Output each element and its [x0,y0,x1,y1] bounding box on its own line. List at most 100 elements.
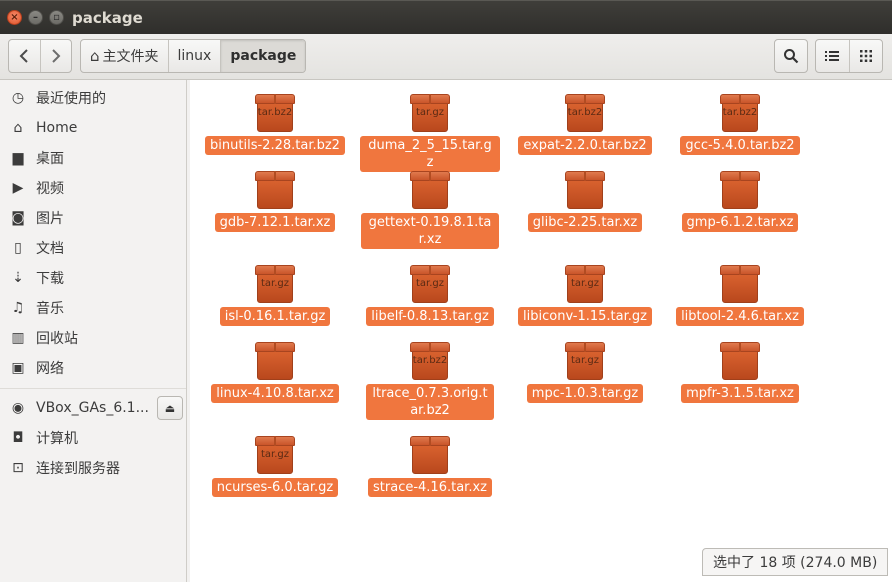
file-manager-window: × – ▫ package ⌂ 主文件夹 linux package ◷ 最近使… [0,0,892,582]
file-item[interactable]: tar.bz2 ltrace_0.7.3.orig.tar.bz2 [355,342,505,420]
sidebar-item-network[interactable]: ▣ 网络 [0,354,186,382]
sidebar-item-home[interactable]: ⌂ Home [0,114,186,142]
close-window-button[interactable]: × [7,10,22,25]
archive-icon [254,171,296,211]
sidebar-item-label: 网络 [36,361,64,377]
forward-button[interactable] [39,40,72,72]
file-item[interactable]: mpfr-3.1.5.tar.xz [665,342,815,403]
home-icon: ⌂ [90,47,100,65]
archive-icon [409,436,451,476]
sidebar-item-documents[interactable]: ▯ 文档 [0,234,186,262]
sidebar-item-trash[interactable]: ▥ 回收站 [0,324,186,352]
sidebar-item-label: 下载 [36,271,64,287]
sidebar-item-label: 文档 [36,241,64,257]
archive-icon: tar.gz [254,265,296,305]
back-button[interactable] [9,40,40,72]
file-item[interactable]: glibc-2.25.tar.xz [510,171,660,232]
camera-icon: ◙ [11,210,25,226]
list-view-button[interactable] [816,40,849,72]
archive-icon: tar.gz [564,342,606,382]
grid-view-button[interactable] [848,40,883,72]
eject-button[interactable]: ⏏ [157,396,183,420]
file-name: mpfr-3.1.5.tar.xz [681,384,799,403]
archive-icon [719,342,761,382]
file-name: expat-2.2.0.tar.bz2 [518,136,652,155]
file-name: libelf-0.8.13.tar.gz [366,307,494,326]
archive-icon: tar.gz [254,436,296,476]
search-button[interactable] [774,39,808,73]
archive-icon: tar.gz [564,265,606,305]
file-grid: tar.bz2 binutils-2.28.tar.bz2 tar.gz dum… [190,80,892,582]
sidebar-divider [0,388,186,389]
file-item[interactable]: linux-4.10.8.tar.xz [200,342,350,403]
sidebar-item-label: Home [36,120,78,136]
eject-icon: ⏏ [164,401,176,415]
file-name: gmp-6.1.2.tar.xz [681,213,799,232]
file-name: binutils-2.28.tar.bz2 [205,136,345,155]
file-item[interactable]: tar.gz duma_2_5_15.tar.gz [355,94,505,172]
breadcrumb-linux[interactable]: linux [169,40,222,72]
file-name: glibc-2.25.tar.xz [527,213,643,232]
file-item[interactable]: tar.gz libelf-0.8.13.tar.gz [355,265,505,326]
file-name: strace-4.16.tar.xz [368,478,492,497]
sidebar-item-downloads[interactable]: ⇣ 下载 [0,264,186,292]
sidebar-item-desktop[interactable]: ▆ 桌面 [0,144,186,172]
title-bar: × – ▫ package [0,0,892,34]
chevron-right-icon [52,49,61,63]
sidebar-item-recent[interactable]: ◷ 最近使用的 [0,84,186,112]
minimize-window-button[interactable]: – [28,10,43,25]
home-icon: ⌂ [13,120,23,136]
file-item[interactable]: gdb-7.12.1.tar.xz [200,171,350,232]
grid-view-icon [859,50,872,62]
file-item[interactable]: libtool-2.4.6.tar.xz [665,265,815,326]
sidebar-item-videos[interactable]: ▶ 视频 [0,174,186,202]
sidebar-item-label: VBox_GAs_6.1... [36,400,149,416]
file-item[interactable]: tar.gz isl-0.16.1.tar.gz [200,265,350,326]
file-item[interactable]: gmp-6.1.2.tar.xz [665,171,815,232]
chevron-left-icon [19,49,28,63]
sidebar-item-label: 桌面 [36,151,64,167]
file-item[interactable]: tar.gz ncurses-6.0.tar.gz [200,436,350,497]
breadcrumb: ⌂ 主文件夹 linux package [80,39,307,73]
archive-icon [564,171,606,211]
maximize-window-button[interactable]: ▫ [49,10,64,25]
file-name: ltrace_0.7.3.orig.tar.bz2 [366,384,494,420]
file-item[interactable]: gettext-0.19.8.1.tar.xz [355,171,505,249]
file-item[interactable]: tar.bz2 gcc-5.4.0.tar.bz2 [665,94,815,155]
sidebar-item-pictures[interactable]: ◙ 图片 [0,204,186,232]
archive-icon [254,342,296,382]
folder-icon: ▆ [12,150,24,166]
download-icon: ⇣ [12,270,24,286]
file-item[interactable]: tar.bz2 expat-2.2.0.tar.bz2 [510,94,660,155]
sidebar-item-computer[interactable]: ◘ 计算机 [0,424,186,452]
archive-icon: tar.gz [409,94,451,134]
list-view-icon [825,51,840,61]
trash-icon: ▥ [11,330,25,346]
breadcrumb-label: 主文件夹 [102,49,159,65]
breadcrumb-label: package [230,48,297,64]
archive-icon: tar.gz [409,265,451,305]
network-icon: ▣ [11,360,25,376]
breadcrumb-home[interactable]: ⌂ 主文件夹 [81,40,169,72]
file-item[interactable]: tar.gz libiconv-1.15.tar.gz [510,265,660,326]
server-icon: ⊡ [12,460,24,476]
window-title: package [72,9,143,27]
sidebar-item-label: 连接到服务器 [36,461,120,477]
file-name: ncurses-6.0.tar.gz [211,478,339,497]
file-name: isl-0.16.1.tar.gz [219,307,331,326]
file-item[interactable]: tar.bz2 binutils-2.28.tar.bz2 [200,94,350,155]
archive-icon: tar.bz2 [409,342,451,382]
file-name: libiconv-1.15.tar.gz [518,307,652,326]
breadcrumb-package[interactable]: package [221,40,306,72]
archive-icon: tar.bz2 [564,94,606,134]
file-name: gettext-0.19.8.1.tar.xz [361,213,499,249]
file-item[interactable]: tar.gz mpc-1.0.3.tar.gz [510,342,660,403]
archive-icon: tar.bz2 [254,94,296,134]
sidebar-item-music[interactable]: ♫ 音乐 [0,294,186,322]
sidebar-item-label: 图片 [36,211,64,227]
file-name: duma_2_5_15.tar.gz [360,136,500,172]
clock-icon: ◷ [11,90,25,106]
file-item[interactable]: strace-4.16.tar.xz [355,436,505,497]
view-mode-buttons [815,39,883,73]
sidebar-item-connect-server[interactable]: ⊡ 连接到服务器 [0,454,186,482]
